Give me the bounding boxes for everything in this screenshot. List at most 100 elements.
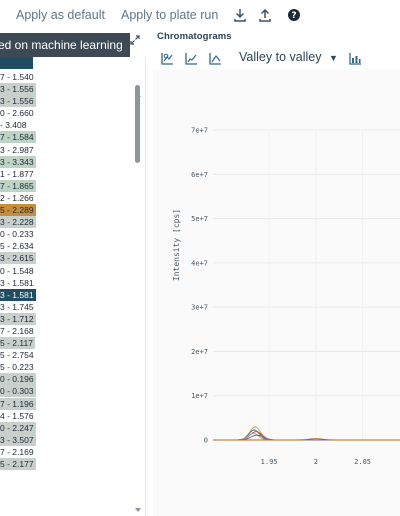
list-item[interactable]: 1 - 1.877: [0, 168, 134, 180]
tooltip: ed on machine learning: [0, 33, 130, 57]
download-icon[interactable]: [233, 8, 247, 22]
list-item-value: 2 - 1.266: [0, 192, 34, 203]
series-line: [213, 429, 400, 441]
x-tick-label: 2.05: [354, 458, 371, 466]
list-item[interactable]: 7 - 1.865: [0, 179, 134, 192]
list-item[interactable]: 3 - 3.343: [0, 155, 134, 168]
x-tick-label: 2: [314, 458, 318, 466]
list-item[interactable]: 3 - 2.228: [0, 216, 134, 229]
list-item[interactable]: 4 - 1.576: [0, 410, 134, 422]
list-item[interactable]: 3 - 1.581: [0, 288, 134, 301]
list-item[interactable]: 2 - 1.266: [0, 192, 134, 204]
bar-chart-icon[interactable]: [349, 52, 362, 65]
list-item[interactable]: 0 - 0.233: [0, 228, 134, 240]
y-tick-label: 7e+7: [191, 127, 208, 135]
list-item-value: 0 - 0.233: [0, 229, 34, 240]
results-list-panel: 7 - 1.540 3 - 1.556 3 - 1.556 0 - 2.660- 3.…: [0, 57, 146, 516]
chart-zoom-icon[interactable]: [161, 52, 174, 65]
list-item[interactable]: 0 - 2.247: [0, 421, 134, 434]
list-item[interactable]: 0 - 2.660: [0, 107, 134, 119]
list-item-value: 3 - 2.228: [0, 216, 36, 229]
chromatograms-panel: Chromatograms Valley to valley ▼ 0 1e+7 2e…: [153, 28, 400, 516]
list-item-value: 3 - 1.712: [0, 312, 36, 325]
list-item[interactable]: 0 - 0.196: [0, 373, 134, 386]
list-item-value: 3 - 3.343: [0, 155, 36, 168]
list-item-value: 0 - 0.196: [0, 373, 36, 386]
list-item[interactable]: 7 - 1.540: [0, 71, 134, 83]
list-item[interactable]: 7 - 2.169: [0, 446, 134, 458]
list-item-value: 5 - 2.754: [0, 350, 34, 361]
list-item-value: 3 - 1.556: [0, 95, 36, 108]
list-item-value: 7 - 2.169: [0, 446, 34, 457]
svg-text:?: ?: [291, 11, 296, 21]
help-icon[interactable]: ?: [287, 8, 301, 22]
chart-trend-icon[interactable]: [209, 52, 222, 65]
list-item-value: 0 - 2.660: [0, 108, 34, 119]
list-item[interactable]: 5 - 2.634: [0, 240, 134, 252]
apply-as-default-button[interactable]: Apply as default: [16, 8, 105, 22]
list-item-value: 7 - 2.168: [0, 325, 34, 336]
list-item[interactable]: 7 - 1.584: [0, 131, 134, 144]
list-item-value: 3 - 1.581: [0, 277, 34, 288]
y-tick-label: 6e+7: [191, 171, 208, 179]
list-item[interactable]: 3 - 1.712: [0, 312, 134, 325]
scrollbar-thumb[interactable]: [135, 85, 140, 163]
list-header: [0, 57, 33, 69]
chromatogram-chart: 0 1e+7 2e+7 3e+7 4e+7 5e+7 6e+7 7e+7 1.95 2 2.05 In…: [172, 127, 400, 466]
list-item[interactable]: 7 - 1.196: [0, 397, 134, 410]
y-tick-label: 1e+7: [191, 392, 208, 400]
list-item[interactable]: 7 - 2.168: [0, 325, 134, 337]
list-item-value: 3 - 1.745: [0, 301, 34, 312]
list-item[interactable]: 3 - 1.556: [0, 95, 134, 108]
list-item[interactable]: 5 - 2.289: [0, 204, 134, 217]
list-item-value: 5 - 2.634: [0, 241, 34, 252]
integration-mode-dropdown[interactable]: Valley to valley ▼: [239, 50, 338, 64]
list-item[interactable]: 3 - 1.745: [0, 301, 134, 313]
list-item[interactable]: 3 - 1.581: [0, 277, 134, 289]
list-item[interactable]: 3 - 2.615: [0, 252, 134, 265]
scroll-down-arrow[interactable]: [134, 500, 142, 512]
list-item[interactable]: 5 - 2.754: [0, 349, 134, 361]
list-item[interactable]: 5 - 0.223: [0, 361, 134, 373]
list-item[interactable]: 3 - 1.556: [0, 83, 134, 96]
list-item[interactable]: 5 - 2.177: [0, 458, 134, 470]
list-item-value: 5 - 2.289: [0, 204, 36, 217]
list-item[interactable]: 5 - 2.117: [0, 337, 134, 350]
list-item-value: 3 - 1.556: [0, 83, 36, 96]
y-axis-title: Intensity [cps]: [172, 209, 181, 281]
chromatogram-toolbar: Valley to valley ▼: [153, 48, 400, 70]
list-item-value: 3 - 3.507: [0, 433, 36, 446]
chromatograms-title: Chromatograms: [157, 31, 232, 42]
list-item[interactable]: 0 - 1.548: [0, 265, 134, 277]
list-item-value: 0 - 1.548: [0, 265, 34, 276]
list-item-value: 5 - 0.223: [0, 362, 34, 373]
list-item[interactable]: 3 - 3.507: [0, 433, 134, 446]
x-tick-label: 1.95: [261, 458, 278, 466]
list-item-value: 3 - 2.987: [0, 144, 34, 155]
series-line: [213, 431, 400, 441]
chromatogram-plot[interactable]: 0 1e+7 2e+7 3e+7 4e+7 5e+7 6e+7 7e+7 1.95 2 2.05 In…: [153, 70, 400, 516]
list-item-value: 7 - 1.196: [0, 397, 36, 410]
apply-to-plate-run-button[interactable]: Apply to plate run: [121, 8, 218, 22]
list-item-value: 5 - 2.117: [0, 337, 35, 350]
list-item-value: 3 - 2.615: [0, 252, 36, 265]
top-toolbar: Apply as default Apply to plate run ?: [0, 0, 400, 30]
y-tick-label: 2e+7: [191, 348, 208, 356]
integration-mode-value: Valley to valley: [239, 50, 322, 64]
list-item-value: 7 - 1.865: [0, 179, 36, 192]
chart-line-icon[interactable]: [185, 52, 198, 65]
results-list: 7 - 1.540 3 - 1.556 3 - 1.556 0 - 2.660- 3.…: [0, 71, 134, 470]
y-tick-label: 3e+7: [191, 304, 208, 312]
list-item[interactable]: 0 - 0.303: [0, 385, 134, 398]
list-item[interactable]: - 3.408: [0, 119, 134, 131]
tooltip-text: ed on machine learning: [0, 38, 123, 52]
list-item-value: 5 - 2.177: [0, 458, 36, 470]
list-item-value: 7 - 1.540: [0, 72, 34, 82]
y-tick-label: 4e+7: [191, 259, 208, 267]
upload-icon[interactable]: [258, 8, 272, 22]
y-tick-label: 5e+7: [191, 215, 208, 223]
expand-icon[interactable]: [129, 33, 141, 45]
list-item-value: 3 - 1.581: [0, 288, 36, 301]
list-item[interactable]: 3 - 2.987: [0, 144, 134, 156]
list-item-value: 4 - 1.576: [0, 410, 34, 421]
